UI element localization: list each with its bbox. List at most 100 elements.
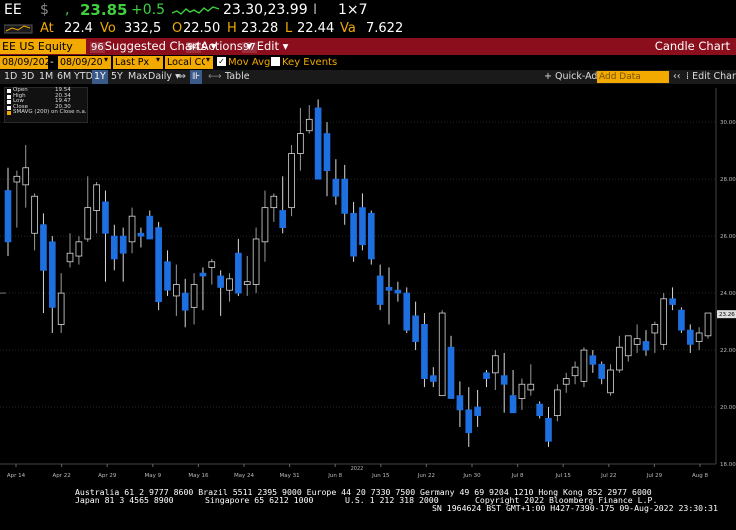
low-label: L [285, 21, 293, 36]
candle-chart[interactable]: 18.00 20.00 22.00 24.00 26.00 28.00 30.00 23.26… [0, 84, 736, 486]
val-value: 7.622 [366, 21, 404, 36]
candle-body [297, 133, 304, 154]
currency-select[interactable]: Local CCY [165, 56, 210, 69]
legend-swatch [7, 100, 11, 105]
candle-body [624, 335, 632, 357]
candle-body [704, 312, 712, 337]
menu-label: Actions [200, 39, 243, 53]
legend-label: SMAVG (200) on Close [13, 109, 75, 116]
price-field-select[interactable]: Last Px [113, 56, 159, 69]
x-tick-label: Jun 22 [417, 473, 435, 479]
candle-body [102, 201, 109, 234]
candle-body [562, 378, 570, 385]
bid-ask-suffix: I [313, 2, 318, 18]
high-value: 23.28 [241, 21, 279, 36]
candle-body [483, 372, 490, 379]
edit-chart-button[interactable]: ⁞ Edit Chart [684, 70, 736, 84]
candle-body [164, 261, 171, 291]
end-date-field[interactable]: 08/09/2022 [58, 56, 106, 69]
candle-body [137, 232, 145, 237]
y-axis: 18.00 20.00 22.00 24.00 26.00 28.00 30.00 23.26 [0, 88, 736, 468]
candle-body [40, 224, 47, 271]
period-1d[interactable]: 1D [2, 70, 19, 84]
candle-body [31, 195, 38, 234]
x-tick-label: Jul 15 [555, 473, 572, 479]
x-tick-label: May 31 [280, 473, 300, 479]
bid-ask: 23.30,23.99 [223, 2, 308, 18]
candle-body [75, 241, 83, 257]
period-3d[interactable]: 3D [19, 70, 36, 84]
start-date-field[interactable]: 08/09/2021 [0, 56, 48, 69]
last-price-label: 23.26 [719, 312, 735, 318]
x-tick-label: Jul 22 [600, 473, 616, 479]
candle-body [545, 418, 552, 442]
chart-type-icon[interactable]: ⊪ [190, 70, 202, 84]
candle-body [429, 375, 437, 382]
candle-body [111, 235, 118, 260]
x-axis: Apr 14 Apr 22 Apr 29 May 9 May 16 May 24 May 3… [0, 463, 716, 479]
security-field[interactable]: EE US Equity [0, 39, 86, 54]
y-tick-label: 20.00 [720, 405, 736, 411]
candle-body [509, 395, 517, 414]
x-tick-label: Jul 8 [511, 473, 524, 479]
x-tick-label: Apr 22 [52, 473, 70, 479]
footer: Australia 61 2 9777 8600 Brazil 5511 239… [0, 486, 736, 530]
footer-session-info: SN 1964624 BST GMT+1:00 H427-7390-175 09… [432, 503, 718, 513]
x-tick-label: Jun 30 [462, 473, 481, 479]
candle-body [341, 178, 349, 214]
legend-smavg: SMAVG (200) on Close n.a. [5, 110, 87, 116]
candle-body [128, 215, 136, 243]
edit-menu[interactable]: 97Edit ▾ [242, 38, 288, 55]
ticker-bar: EE $ , 23.85 +0.5 23.30,23.99 I 1×7 [0, 0, 736, 20]
candle-body [243, 281, 251, 285]
edit-icon: ⁞ [686, 71, 690, 82]
footer-contacts-japan: Japan 81 3 4565 8900 [75, 495, 174, 505]
y-tick-label: 28.00 [720, 177, 736, 183]
menu-label: Edit [256, 39, 280, 53]
chart-settings-row: 08/09/2021 - 08/09/2022 Last Px Local CC… [0, 55, 736, 70]
candle-body [633, 338, 641, 345]
period-1y[interactable]: 1Y [92, 70, 108, 84]
candle-body [22, 167, 30, 186]
year-label: 2022 [351, 466, 364, 472]
table-button[interactable]: Table [223, 70, 252, 84]
candle-body [527, 383, 535, 391]
currency-dropdown[interactable] [205, 55, 213, 69]
candle-body [217, 275, 224, 288]
mov-avgs-checkbox[interactable]: ✓ [217, 57, 226, 66]
menu-number: 94 [186, 42, 201, 53]
candle-body [305, 118, 313, 132]
chevron-down-icon: ▾ [282, 39, 289, 53]
period-6m[interactable]: 6M [55, 70, 73, 84]
candle-body [651, 324, 659, 334]
x-tick-label: May 16 [188, 473, 209, 479]
candle-body [359, 207, 366, 246]
expand-icon[interactable]: ‹‹ [671, 70, 683, 84]
candle-body [474, 406, 481, 416]
zoom-icon[interactable]: ⇔ [176, 70, 188, 84]
legend-swatch [7, 105, 11, 110]
ticker-symbol: EE [4, 2, 22, 18]
legend-value: n.a. [76, 109, 87, 116]
key-events-checkbox[interactable] [271, 57, 280, 66]
footer-contacts-us: U.S. 1 212 318 2000 [345, 495, 439, 505]
period-1m[interactable]: 1M [37, 70, 55, 84]
legend-swatch [7, 89, 11, 93]
candle-body [536, 403, 543, 416]
end-date-dropdown[interactable] [103, 55, 111, 69]
vol-label: Vo [100, 21, 116, 36]
candle-body [438, 312, 446, 397]
y-tick-label: 22.00 [720, 348, 736, 354]
candle-body [261, 207, 269, 243]
candle-body [288, 153, 295, 209]
period-5y[interactable]: 5Y [109, 70, 125, 84]
function-bar: EE US Equity 96Suggested Charts ▾ 94Acti… [0, 38, 736, 55]
range-icon[interactable]: ⟷ [206, 70, 224, 84]
candle-body [279, 210, 287, 228]
add-data-input[interactable]: Add Data [597, 71, 669, 83]
candle-body [376, 275, 384, 305]
candle-body [235, 252, 242, 294]
x-tick-label: Jun 15 [371, 473, 390, 479]
candle-body [173, 284, 180, 297]
price-field-dropdown[interactable] [155, 55, 163, 69]
